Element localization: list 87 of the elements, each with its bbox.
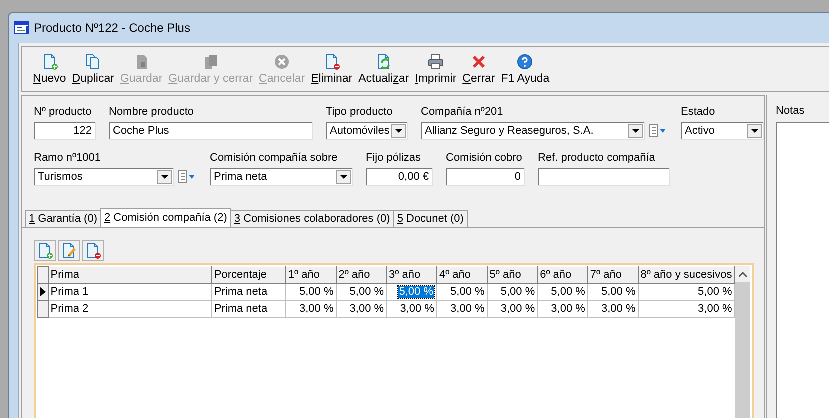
table-cell[interactable]: 3,00 % bbox=[286, 300, 336, 318]
table-cell[interactable]: Prima 1 bbox=[48, 284, 212, 300]
dropdown[interactable]: Automóviles bbox=[326, 122, 408, 140]
table-cell[interactable]: 3,00 % bbox=[436, 300, 488, 318]
table-cell[interactable]: 5,00 % bbox=[588, 284, 638, 300]
input-field[interactable]: 0 bbox=[446, 168, 525, 186]
table-cell[interactable]: 5,00 % bbox=[638, 284, 735, 300]
toolbar-button[interactable]: Nuevo bbox=[30, 49, 70, 89]
window-title: Producto Nº122 - Coche Plus bbox=[34, 21, 190, 35]
toolbar-button[interactable]: Imprimir bbox=[412, 49, 460, 89]
field-label: Tipo producto bbox=[326, 105, 394, 119]
table-cell[interactable]: 3,00 % bbox=[487, 300, 538, 318]
dropdown[interactable]: Activo bbox=[681, 122, 764, 140]
toolbar-button[interactable]: Duplicar bbox=[69, 49, 118, 89]
doc-edit-button[interactable] bbox=[58, 240, 80, 261]
column-header[interactable]: 5º año bbox=[487, 266, 538, 284]
table-cell[interactable]: Prima neta bbox=[212, 300, 286, 318]
field-label: Fijo pólizas bbox=[366, 151, 422, 165]
doc-remove-icon bbox=[324, 54, 340, 70]
table-cell[interactable]: 3,00 % bbox=[336, 300, 387, 318]
column-header[interactable]: 7º año bbox=[588, 266, 638, 284]
column-header[interactable]: Porcentaje bbox=[212, 266, 286, 284]
input-field[interactable]: 0,00 € bbox=[366, 168, 433, 186]
column-header[interactable]: Prima bbox=[48, 266, 212, 284]
field-label: Nº producto bbox=[34, 105, 93, 119]
caret-icon bbox=[632, 129, 640, 133]
toolbar-button[interactable]: Actualizar bbox=[356, 49, 412, 89]
table-cell[interactable]: 3,00 % bbox=[638, 300, 735, 318]
table-cell[interactable]: 5,00 % bbox=[336, 284, 387, 300]
dropdown[interactable]: Turismos bbox=[34, 168, 174, 186]
list-picker-icon[interactable] bbox=[177, 168, 197, 186]
tab[interactable]: 2 Comisión compañía (2) bbox=[100, 208, 232, 227]
help-icon bbox=[517, 54, 534, 70]
doc-add-icon bbox=[42, 54, 58, 70]
input-field[interactable] bbox=[538, 168, 670, 186]
input-field[interactable]: 122 bbox=[34, 122, 96, 140]
column-header[interactable]: 8º año y sucesivos bbox=[638, 266, 735, 284]
tab[interactable]: 1 Garantía (0) bbox=[25, 210, 102, 227]
table-cell[interactable]: 5,00 % bbox=[487, 284, 538, 300]
table-cell[interactable]: Prima neta bbox=[212, 284, 286, 300]
field-label: Comisión compañía sobre bbox=[210, 151, 339, 165]
caret-icon bbox=[394, 129, 402, 133]
printer-icon bbox=[428, 54, 444, 70]
field-label: Ref. producto compañía bbox=[538, 151, 656, 165]
tab[interactable]: 3 Comisiones colaboradores (0) bbox=[230, 210, 394, 227]
table-cell[interactable]: 5,00 % bbox=[538, 284, 588, 300]
column-header[interactable]: 2º año bbox=[336, 266, 387, 284]
caret-icon bbox=[160, 175, 168, 179]
field-label: Compañía nº201 bbox=[421, 105, 504, 119]
table-cell[interactable]: 3,00 % bbox=[538, 300, 588, 318]
header-cell bbox=[38, 266, 48, 284]
column-header[interactable]: 1º año bbox=[286, 266, 336, 284]
dropdown[interactable]: Allianz Seguro y Reaseguros, S.A. bbox=[421, 122, 645, 140]
documents-icon bbox=[85, 54, 102, 70]
table-cell[interactable]: 3,00 % bbox=[386, 300, 437, 318]
row-indicator[interactable] bbox=[38, 284, 48, 300]
table-cell[interactable]: Prima 2 bbox=[48, 300, 212, 318]
caret-icon bbox=[750, 129, 758, 133]
toolbar-button[interactable]: Cerrar bbox=[460, 49, 498, 89]
input-field[interactable]: Coche Plus bbox=[109, 122, 313, 140]
column-header[interactable]: 3º año bbox=[386, 266, 437, 284]
list-picker-icon[interactable] bbox=[648, 122, 668, 140]
column-header[interactable]: 4º año bbox=[436, 266, 488, 284]
table-cell[interactable]: 5,00 % bbox=[436, 284, 488, 300]
field-label: Notas bbox=[776, 105, 806, 119]
tab[interactable]: 5 Docunet (0) bbox=[393, 210, 468, 227]
cancel-icon bbox=[274, 54, 290, 70]
documents-icon bbox=[202, 54, 219, 70]
field-label: Nombre producto bbox=[109, 105, 195, 119]
doc-remove-button[interactable] bbox=[82, 240, 104, 261]
table-cell[interactable]: 3,00 % bbox=[588, 300, 638, 318]
scrollbar[interactable] bbox=[735, 266, 750, 418]
close-icon bbox=[470, 54, 487, 70]
refresh-icon bbox=[376, 54, 392, 70]
toolbar-button[interactable]: Eliminar bbox=[308, 49, 356, 89]
field-label: Ramo nº1001 bbox=[34, 151, 102, 165]
field-label: Comisión cobro bbox=[446, 151, 524, 165]
caret-icon bbox=[738, 272, 747, 277]
dropdown[interactable]: Prima neta bbox=[210, 168, 353, 186]
toolbar-button[interactable]: F1 Ayuda bbox=[498, 49, 553, 89]
doc-add-button[interactable] bbox=[34, 240, 56, 261]
caret-icon bbox=[340, 175, 348, 179]
table-cell[interactable]: 5,00 % bbox=[286, 284, 336, 300]
column-header[interactable]: 6º año bbox=[538, 266, 588, 284]
table-cell[interactable]: 5,00 % bbox=[386, 284, 437, 300]
field-label: Estado bbox=[681, 105, 716, 119]
app-icon bbox=[14, 20, 30, 36]
